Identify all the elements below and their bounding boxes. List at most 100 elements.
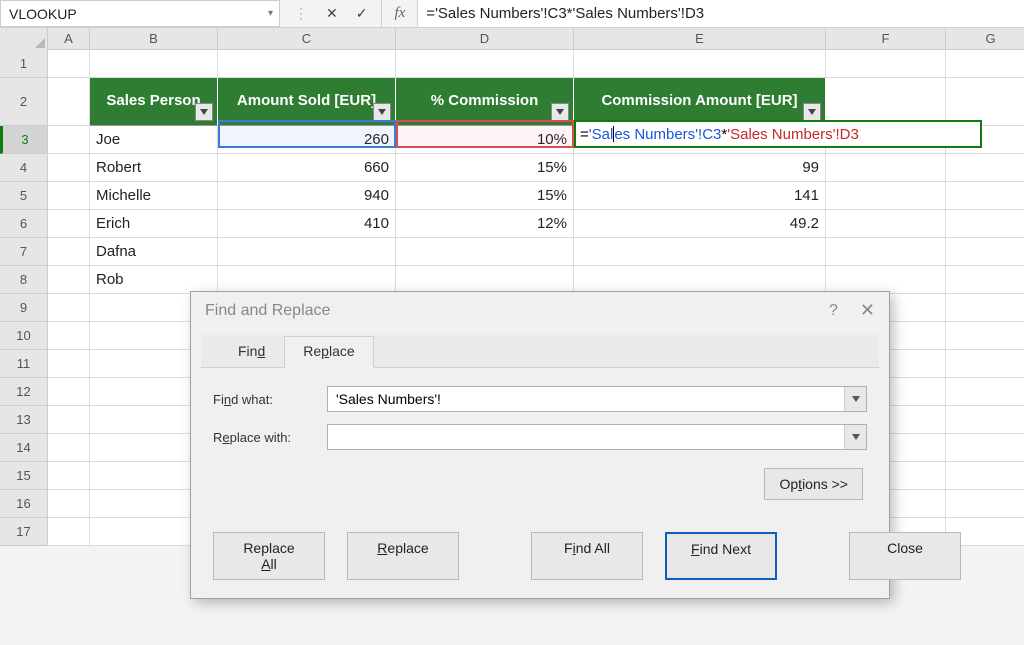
col-head-d[interactable]: D [396, 28, 574, 49]
header-sales-person[interactable]: Sales Person [90, 78, 218, 126]
cell-a5[interactable] [48, 182, 90, 210]
row-head-15[interactable]: 15 [0, 462, 48, 490]
dialog-close-icon[interactable]: ✕ [860, 300, 875, 321]
cell-a12[interactable] [48, 378, 90, 406]
replace-button[interactable]: Replace [347, 532, 459, 580]
cell-a11[interactable] [48, 350, 90, 378]
cell-e8[interactable] [574, 266, 826, 294]
cell-f2[interactable] [826, 78, 946, 126]
cell-a10[interactable] [48, 322, 90, 350]
filter-btn-pct-commission[interactable] [551, 103, 569, 121]
cell-b7[interactable]: Dafna [90, 238, 218, 266]
cell-d3[interactable]: 10% [396, 126, 574, 154]
cell-a13[interactable] [48, 406, 90, 434]
col-head-b[interactable]: B [90, 28, 218, 49]
row-head-14[interactable]: 14 [0, 434, 48, 462]
cell-f8[interactable] [826, 266, 946, 294]
cell-d5[interactable]: 15% [396, 182, 574, 210]
find-next-button[interactable]: Find Next [665, 532, 777, 580]
cell-g4[interactable] [946, 154, 1024, 182]
name-box[interactable]: VLOOKUP ▾ [0, 0, 280, 27]
cell-g6[interactable] [946, 210, 1024, 238]
col-head-e[interactable]: E [574, 28, 826, 49]
cell-g10[interactable] [946, 322, 1024, 350]
cell-f1[interactable] [826, 50, 946, 78]
row-head-11[interactable]: 11 [0, 350, 48, 378]
cell-g12[interactable] [946, 378, 1024, 406]
filter-btn-sales-person[interactable] [195, 103, 213, 121]
cell-b1[interactable] [90, 50, 218, 78]
row-head-9[interactable]: 9 [0, 294, 48, 322]
replace-with-dropdown-icon[interactable] [844, 425, 866, 449]
cell-b3[interactable]: Joe [90, 126, 218, 154]
row-head-2[interactable]: 2 [0, 78, 48, 126]
cell-g11[interactable] [946, 350, 1024, 378]
select-all-corner[interactable] [0, 28, 48, 50]
confirm-formula-icon[interactable]: ✓ [356, 5, 368, 22]
header-commission-amount[interactable]: Commission Amount [EUR] [574, 78, 826, 126]
cell-b6[interactable]: Erich [90, 210, 218, 238]
cell-d7[interactable] [396, 238, 574, 266]
cell-g14[interactable] [946, 434, 1024, 462]
cell-g5[interactable] [946, 182, 1024, 210]
header-pct-commission[interactable]: % Commission [396, 78, 574, 126]
cell-c3[interactable]: 260 [218, 126, 396, 154]
row-head-10[interactable]: 10 [0, 322, 48, 350]
cell-e1[interactable] [574, 50, 826, 78]
name-box-dropdown-icon[interactable]: ▾ [268, 8, 273, 19]
col-head-a[interactable]: A [48, 28, 90, 49]
cell-d1[interactable] [396, 50, 574, 78]
cell-f4[interactable] [826, 154, 946, 182]
cell-g7[interactable] [946, 238, 1024, 266]
replace-with-combo[interactable] [327, 424, 867, 450]
cell-a4[interactable] [48, 154, 90, 182]
cell-e4[interactable]: 99 [574, 154, 826, 182]
cell-c8[interactable] [218, 266, 396, 294]
cell-d4[interactable]: 15% [396, 154, 574, 182]
cell-a2[interactable] [48, 78, 90, 126]
cell-e7[interactable] [574, 238, 826, 266]
cell-a8[interactable] [48, 266, 90, 294]
find-what-combo[interactable] [327, 386, 867, 412]
cell-g9[interactable] [946, 294, 1024, 322]
cell-c4[interactable]: 660 [218, 154, 396, 182]
cell-g1[interactable] [946, 50, 1024, 78]
row-head-5[interactable]: 5 [0, 182, 48, 210]
col-head-f[interactable]: F [826, 28, 946, 49]
cell-g8[interactable] [946, 266, 1024, 294]
header-amount-sold[interactable]: Amount Sold [EUR] [218, 78, 396, 126]
cell-f7[interactable] [826, 238, 946, 266]
options-button[interactable]: Options >> [764, 468, 863, 500]
cell-a15[interactable] [48, 462, 90, 490]
cancel-formula-icon[interactable]: ✕ [326, 5, 338, 22]
row-head-6[interactable]: 6 [0, 210, 48, 238]
cell-c7[interactable] [218, 238, 396, 266]
row-head-7[interactable]: 7 [0, 238, 48, 266]
row-head-3[interactable]: 3 [0, 126, 48, 154]
formula-input[interactable]: ='Sales Numbers'!C3*'Sales Numbers'!D3 [418, 0, 1024, 27]
cell-a7[interactable] [48, 238, 90, 266]
replace-all-button[interactable]: Replace All [213, 532, 325, 580]
cell-c1[interactable] [218, 50, 396, 78]
find-what-dropdown-icon[interactable] [844, 387, 866, 411]
cell-editor-e3[interactable]: ='Sales Numbers'!C3*'Sales Numbers'!D3 [574, 120, 982, 148]
cell-g13[interactable] [946, 406, 1024, 434]
row-head-13[interactable]: 13 [0, 406, 48, 434]
filter-btn-amount-sold[interactable] [373, 103, 391, 121]
dialog-titlebar[interactable]: Find and Replace ? ✕ [191, 292, 889, 327]
cell-a9[interactable] [48, 294, 90, 322]
cell-a3[interactable] [48, 126, 90, 154]
cell-f6[interactable] [826, 210, 946, 238]
close-button[interactable]: Close [849, 532, 961, 580]
row-head-17[interactable]: 17 [0, 518, 48, 546]
find-all-button[interactable]: Find All [531, 532, 643, 580]
cell-a17[interactable] [48, 518, 90, 546]
cell-g2[interactable] [946, 78, 1024, 126]
cell-c5[interactable]: 940 [218, 182, 396, 210]
cell-a1[interactable] [48, 50, 90, 78]
cell-e5[interactable]: 141 [574, 182, 826, 210]
row-head-4[interactable]: 4 [0, 154, 48, 182]
row-head-12[interactable]: 12 [0, 378, 48, 406]
cell-a14[interactable] [48, 434, 90, 462]
cell-a16[interactable] [48, 490, 90, 518]
